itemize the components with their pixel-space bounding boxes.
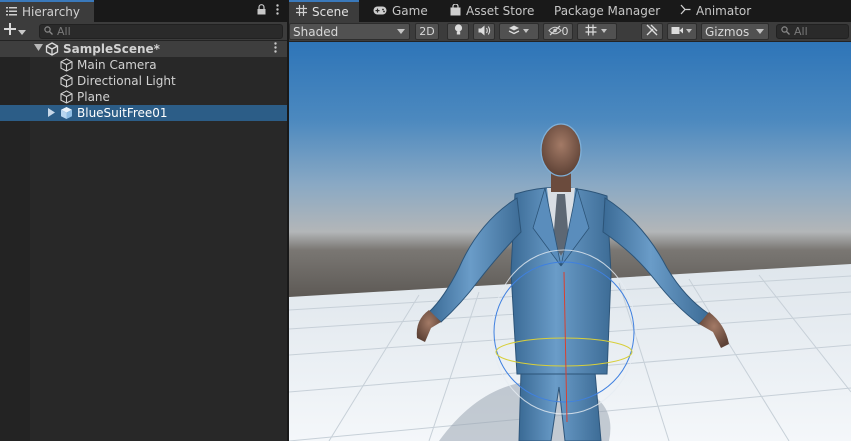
shopping-bag-icon — [450, 2, 461, 19]
toggle-2d-label: 2D — [419, 25, 435, 38]
hierarchy-item-main-camera[interactable]: Main Camera — [0, 57, 287, 73]
lock-icon[interactable] — [257, 4, 266, 18]
hierarchy-item-label: Directional Light — [77, 74, 176, 88]
gameobject-cube-icon — [60, 74, 73, 88]
shading-mode-dropdown[interactable]: Shaded — [289, 23, 410, 40]
tab-animator-label: Animator — [696, 4, 752, 18]
tab-package-manager-label: Package Manager — [554, 4, 661, 18]
character-head — [540, 123, 582, 177]
prefab-cube-icon — [60, 106, 73, 119]
collapsed-arrow-icon[interactable] — [48, 108, 55, 120]
scene-viewport[interactable] — [289, 42, 851, 441]
grid-snap-icon — [585, 24, 609, 39]
tab-package-manager[interactable]: Package Manager — [547, 0, 669, 22]
hierarchy-item-label: Plane — [77, 90, 110, 104]
grid-icon — [296, 5, 307, 19]
plus-icon — [4, 23, 16, 38]
tab-hierarchy[interactable]: Hierarchy — [0, 0, 94, 22]
gamepad-icon — [373, 4, 387, 18]
speaker-icon — [478, 25, 491, 39]
search-icon — [781, 25, 790, 38]
gizmos-dropdown[interactable]: Gizmos — [701, 23, 769, 40]
caret-down-icon — [18, 24, 26, 38]
scene-toolbar: Shaded 2D 0 Gizmos — [289, 22, 851, 42]
shading-mode-value: Shaded — [293, 24, 339, 39]
lightbulb-icon — [454, 24, 463, 39]
list-icon — [6, 5, 17, 19]
kebab-menu-icon[interactable] — [276, 4, 279, 18]
tab-scene[interactable]: Scene — [289, 0, 359, 22]
lighting-toggle-button[interactable] — [447, 23, 469, 40]
effects-dropdown[interactable] — [499, 23, 539, 40]
tab-scene-label: Scene — [312, 5, 349, 19]
gizmos-label: Gizmos — [705, 24, 750, 39]
hierarchy-search-input[interactable]: All — [39, 24, 283, 39]
scene-menu-icon[interactable] — [274, 42, 277, 56]
hierarchy-item-directional-light[interactable]: Directional Light — [0, 73, 287, 89]
tab-asset-store-label: Asset Store — [466, 4, 535, 18]
caret-down-icon — [397, 29, 405, 34]
scene-name: SampleScene* — [63, 42, 160, 56]
hierarchy-panel: Hierarchy All SampleScene* Main Camera D… — [0, 0, 287, 441]
caret-down-icon — [756, 29, 764, 34]
scene-search-input[interactable]: All — [776, 24, 849, 39]
hierarchy-tab-bar: Hierarchy — [0, 0, 287, 22]
video-camera-icon — [671, 25, 693, 39]
tab-animator[interactable]: Animator — [673, 0, 763, 22]
effects-stack-icon — [508, 24, 530, 39]
hierarchy-item-bluesuitfree01[interactable]: BlueSuitFree01 — [0, 105, 287, 121]
scene-search-placeholder: All — [794, 25, 808, 38]
gameobject-cube-icon — [60, 58, 73, 72]
gameobject-cube-icon — [60, 90, 73, 104]
hierarchy-item-plane[interactable]: Plane — [0, 89, 287, 105]
tab-asset-store[interactable]: Asset Store — [443, 0, 543, 22]
camera-settings-dropdown[interactable] — [667, 23, 697, 40]
tab-game[interactable]: Game — [366, 0, 436, 22]
toggle-2d-button[interactable]: 2D — [415, 23, 439, 40]
add-object-button[interactable] — [4, 23, 26, 38]
eye-slash-icon — [547, 25, 562, 39]
wrench-icon — [646, 24, 658, 39]
hidden-objects-count: 0 — [561, 25, 569, 38]
hidden-objects-toggle[interactable]: 0 — [543, 23, 573, 40]
animator-icon — [680, 4, 691, 18]
tab-hierarchy-label: Hierarchy — [22, 5, 81, 19]
search-icon — [44, 25, 53, 38]
editor-tab-bar: Scene Game Asset Store Package Manager A… — [289, 0, 851, 22]
hierarchy-item-label: Main Camera — [77, 58, 157, 72]
unity-scene-icon — [45, 42, 59, 56]
grid-snap-dropdown[interactable] — [577, 23, 617, 40]
tools-button[interactable] — [641, 23, 663, 40]
scene-panel: Scene Game Asset Store Package Manager A… — [289, 0, 851, 441]
expand-arrow-icon[interactable] — [34, 44, 43, 54]
audio-toggle-button[interactable] — [473, 23, 495, 40]
scene-row[interactable]: SampleScene* — [0, 41, 287, 57]
tab-game-label: Game — [392, 4, 428, 18]
hierarchy-search-placeholder: All — [57, 25, 71, 38]
hierarchy-item-label: BlueSuitFree01 — [77, 106, 168, 120]
